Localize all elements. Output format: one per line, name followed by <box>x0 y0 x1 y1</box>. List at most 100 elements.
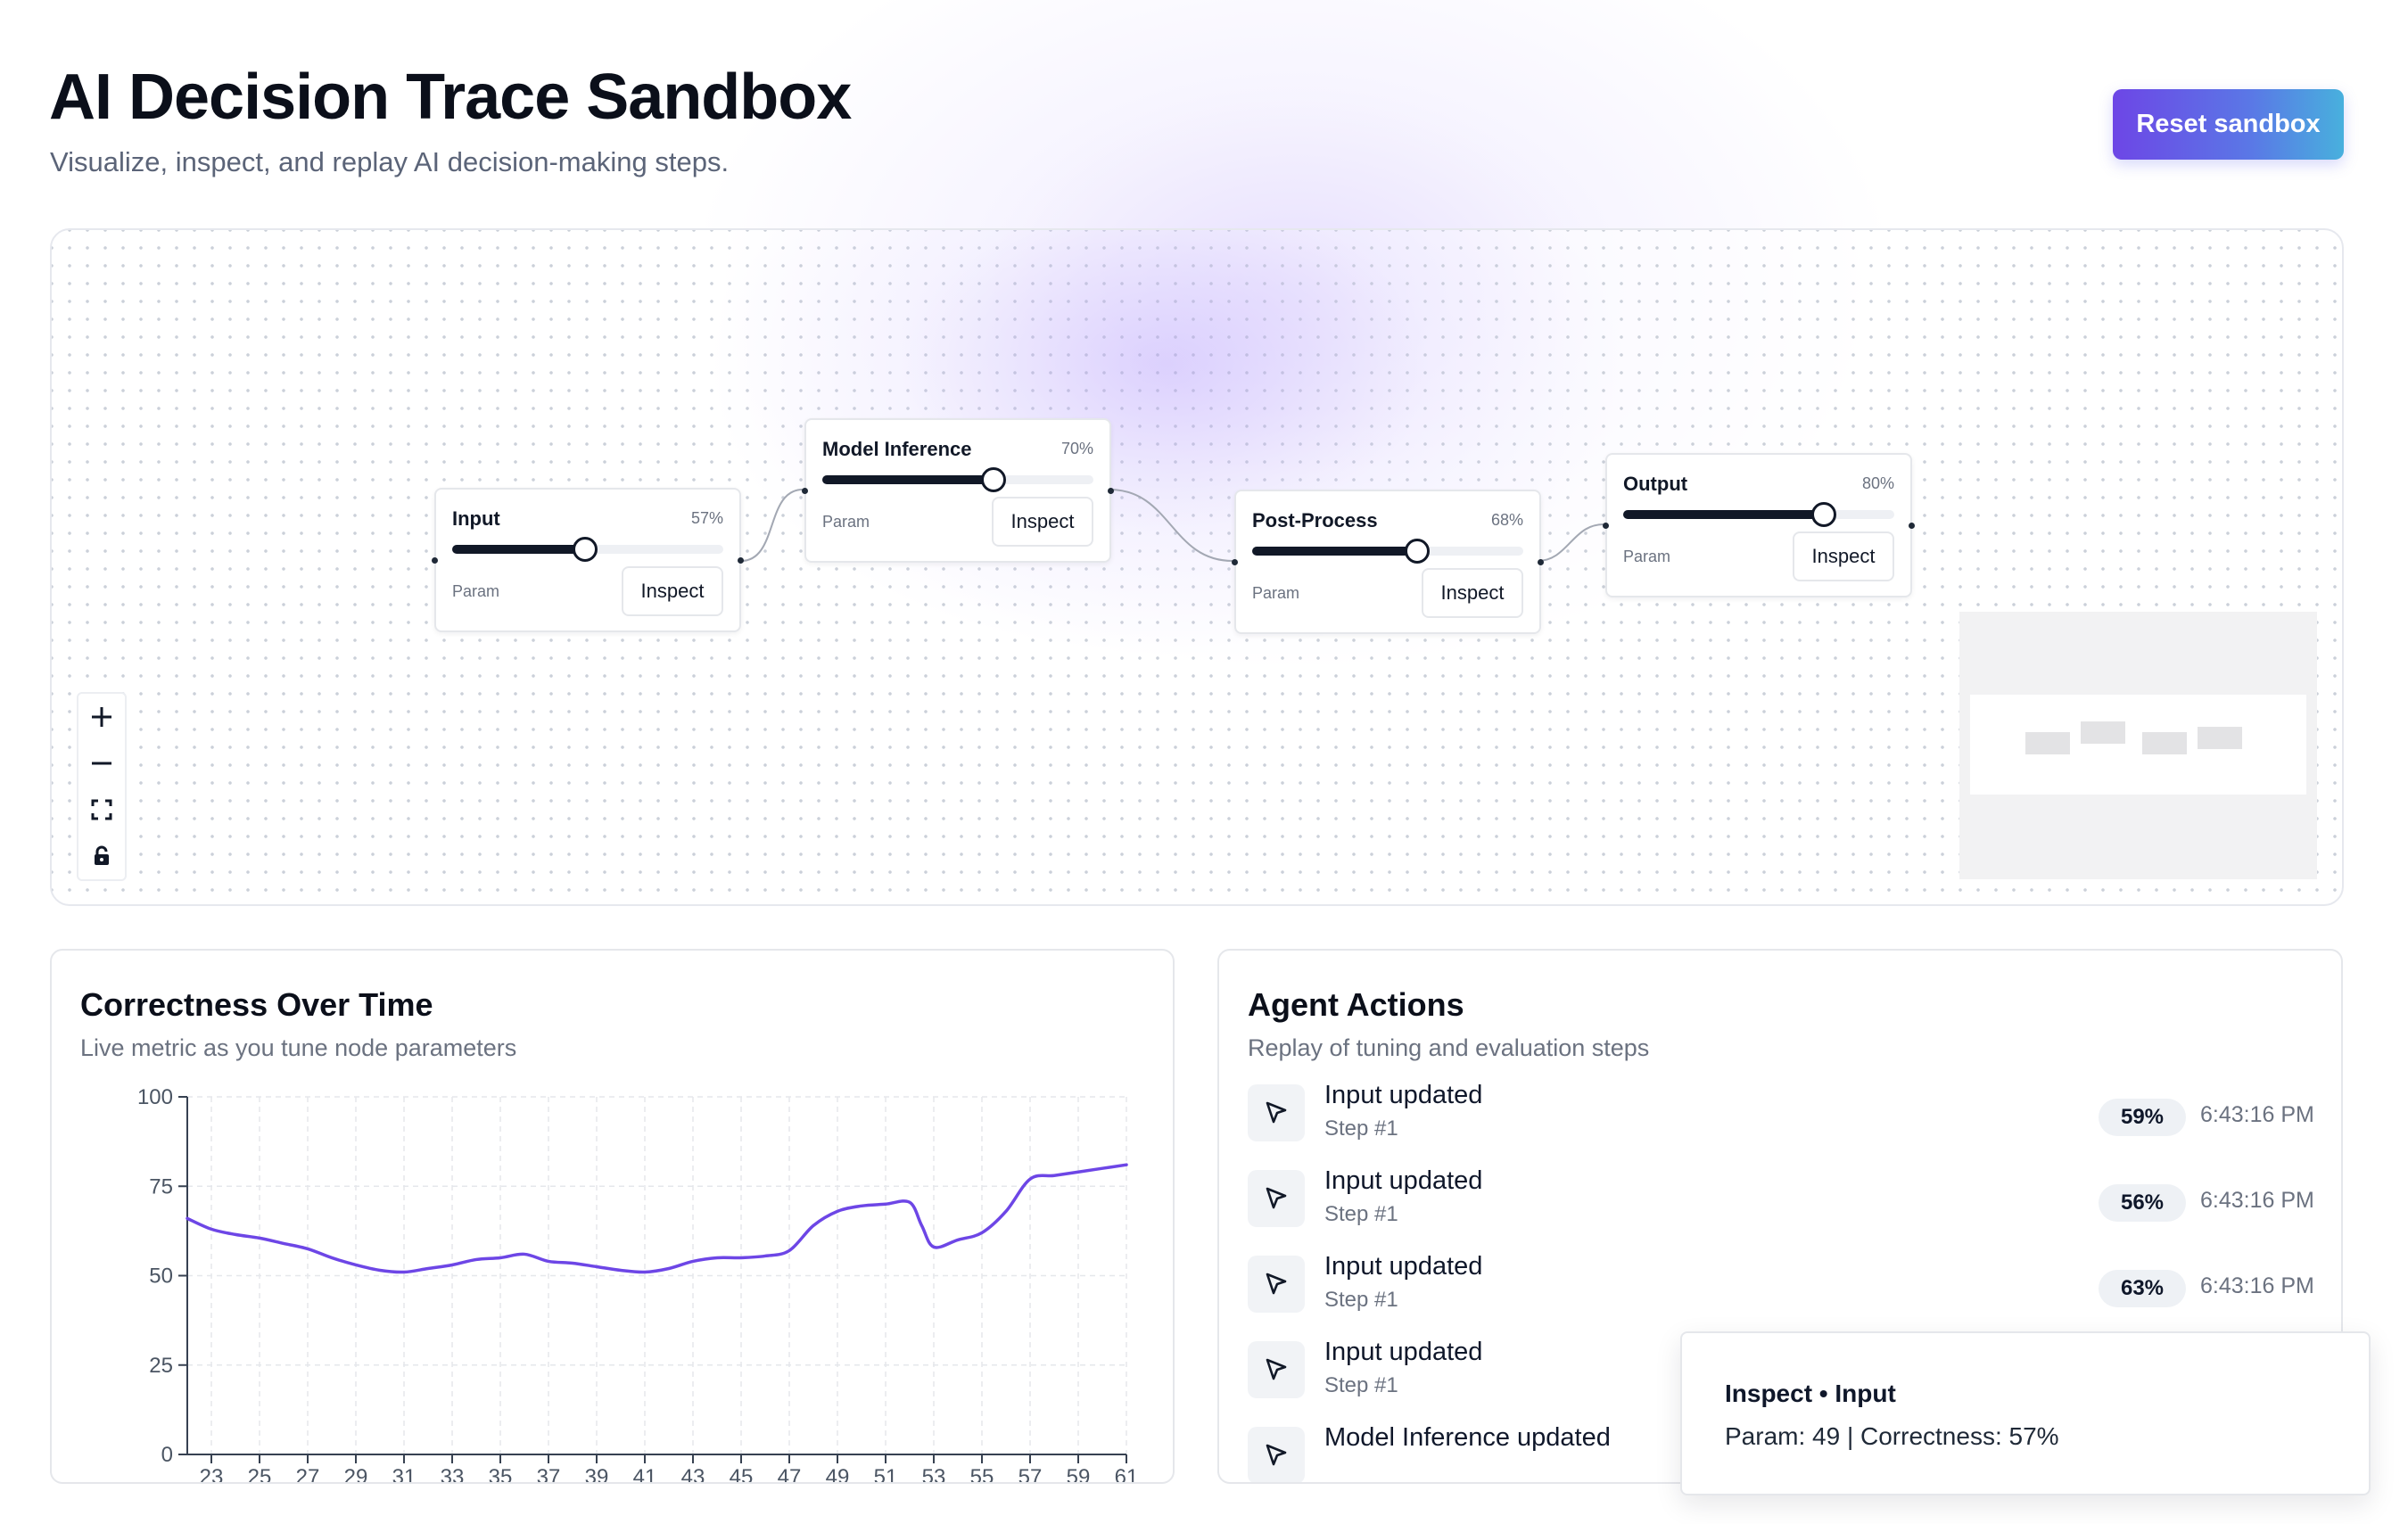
node-model-inference[interactable]: Model Inference 70% Param Inspect <box>802 418 1114 563</box>
node-param-label: Param <box>452 582 500 600</box>
source-handle[interactable] <box>1909 523 1915 529</box>
minimap-node <box>2198 727 2242 749</box>
x-tick-label: 49 <box>826 1465 850 1482</box>
x-tick-label: 41 <box>633 1465 657 1482</box>
node-title: Output <box>1623 473 1688 495</box>
minimap-node <box>2142 732 2187 754</box>
panel-title: Agent Actions <box>1248 986 1464 1023</box>
node-param-label: Param <box>822 513 870 531</box>
node-title: Model Inference <box>822 438 972 460</box>
slider-fill <box>822 475 994 484</box>
action-step: Step #1 <box>1324 1202 1398 1226</box>
target-handle[interactable] <box>432 557 438 564</box>
zoom-out-button[interactable] <box>78 740 125 787</box>
x-tick-label: 23 <box>200 1465 224 1482</box>
y-tick-label: 75 <box>149 1174 173 1199</box>
minimap-viewport[interactable] <box>1970 695 2306 795</box>
action-time: 6:43:16 PM <box>2200 1273 2314 1298</box>
correctness-badge: 56% <box>2099 1184 2186 1222</box>
inspect-button[interactable]: Inspect <box>992 497 1093 547</box>
correctness-line <box>186 1163 1128 1274</box>
x-tick-label: 45 <box>730 1465 754 1482</box>
x-tick-label: 31 <box>392 1465 416 1482</box>
lock-button[interactable] <box>78 833 125 879</box>
x-tick-label: 25 <box>248 1465 272 1482</box>
edge-post-output[interactable] <box>1537 523 1604 562</box>
x-tick-label: 29 <box>344 1465 368 1482</box>
zoom-controls <box>77 692 127 881</box>
node-param-label: Param <box>1252 584 1300 602</box>
correctness-panel: Correctness Over Time Live metric as you… <box>50 949 1175 1484</box>
flow-canvas[interactable]: Input 57% Param Inspect Model Inference … <box>50 228 2344 906</box>
node-input[interactable]: Input 57% Param Inspect <box>432 488 744 632</box>
x-tick-label: 35 <box>489 1465 513 1482</box>
action-item[interactable]: Input updated Step #1 63% 6:43:16 PM <box>1248 1252 2314 1323</box>
node-percent: 80% <box>1861 474 1894 492</box>
edge-input-model[interactable] <box>740 489 804 562</box>
x-tick-label: 43 <box>681 1465 705 1482</box>
fit-view-icon <box>91 799 112 820</box>
x-tick-label: 55 <box>970 1465 994 1482</box>
page-title: AI Decision Trace Sandbox <box>49 62 852 133</box>
node-param-slider[interactable] <box>1252 539 1523 564</box>
slider-thumb[interactable] <box>1810 502 1836 527</box>
node-param-slider[interactable] <box>822 467 1093 492</box>
node-percent: 68% <box>1490 511 1523 529</box>
edge-model-post[interactable] <box>1109 489 1233 562</box>
zoom-out-icon <box>92 762 111 765</box>
correctness-chart: 0 25 50 75 100 23 25 27 29 31 33 35 37 39 41 43 45 47 49 51… <box>137 1085 1139 1482</box>
cursor-icon <box>1248 1341 1305 1398</box>
x-tick-label: 59 <box>1067 1465 1091 1482</box>
node-param-slider[interactable] <box>1623 502 1894 527</box>
action-title: Input updated <box>1324 1081 1483 1109</box>
minimap-node <box>2081 721 2125 744</box>
x-tick-label: 61 <box>1115 1465 1139 1482</box>
action-item[interactable]: Input updated Step #1 59% 6:43:16 PM <box>1248 1081 2314 1152</box>
reset-sandbox-button[interactable]: Reset sandbox <box>2113 89 2344 160</box>
x-tick-label: 27 <box>296 1465 320 1482</box>
target-handle[interactable] <box>1603 523 1609 529</box>
inspect-button[interactable]: Inspect <box>622 566 723 616</box>
x-tick-label: 57 <box>1018 1465 1043 1482</box>
source-handle[interactable] <box>1108 488 1114 494</box>
inspect-button[interactable]: Inspect <box>1422 568 1523 618</box>
slider-fill <box>452 545 585 554</box>
correctness-badge: 63% <box>2099 1270 2186 1307</box>
y-tick-label: 100 <box>137 1085 173 1109</box>
slider-thumb[interactable] <box>1405 539 1431 564</box>
minimap-node <box>2025 732 2070 754</box>
x-tick-label: 33 <box>441 1465 465 1482</box>
cursor-icon <box>1248 1170 1305 1227</box>
node-percent: 70% <box>1060 440 1093 457</box>
action-title: Input updated <box>1324 1252 1483 1281</box>
inspect-tooltip: Inspect • Input Param: 49 | Correctness:… <box>1680 1331 2371 1495</box>
node-output[interactable]: Output 80% Param Inspect <box>1603 453 1915 597</box>
node-post-process[interactable]: Post-Process 68% Param Inspect <box>1232 490 1544 634</box>
target-handle[interactable] <box>1232 559 1238 565</box>
cursor-icon <box>1248 1084 1305 1141</box>
slider-thumb[interactable] <box>572 537 598 562</box>
cursor-icon <box>1248 1427 1305 1482</box>
action-title: Model Inference updated <box>1324 1423 1611 1452</box>
action-title: Input updated <box>1324 1338 1483 1366</box>
tooltip-title: Inspect • Input <box>1725 1380 1896 1407</box>
slider-thumb[interactable] <box>980 467 1006 492</box>
slider-fill <box>1252 547 1418 556</box>
action-item[interactable]: Input updated Step #1 56% 6:43:16 PM <box>1248 1166 2314 1238</box>
minimap[interactable] <box>1959 612 2317 879</box>
source-handle[interactable] <box>738 557 744 564</box>
source-handle[interactable] <box>1538 559 1544 565</box>
node-param-label: Param <box>1623 548 1671 565</box>
action-time: 6:43:16 PM <box>2200 1188 2314 1213</box>
node-percent: 57% <box>690 509 723 527</box>
zoom-in-button[interactable] <box>78 694 125 740</box>
fit-view-button[interactable] <box>78 787 125 833</box>
target-handle[interactable] <box>802 488 808 494</box>
node-title: Post-Process <box>1252 509 1378 531</box>
y-tick-label: 50 <box>149 1265 173 1289</box>
action-step: Step #1 <box>1324 1373 1398 1397</box>
slider-fill <box>1623 510 1824 519</box>
x-tick-label: 47 <box>778 1465 802 1482</box>
inspect-button[interactable]: Inspect <box>1793 531 1894 581</box>
node-param-slider[interactable] <box>452 537 723 562</box>
